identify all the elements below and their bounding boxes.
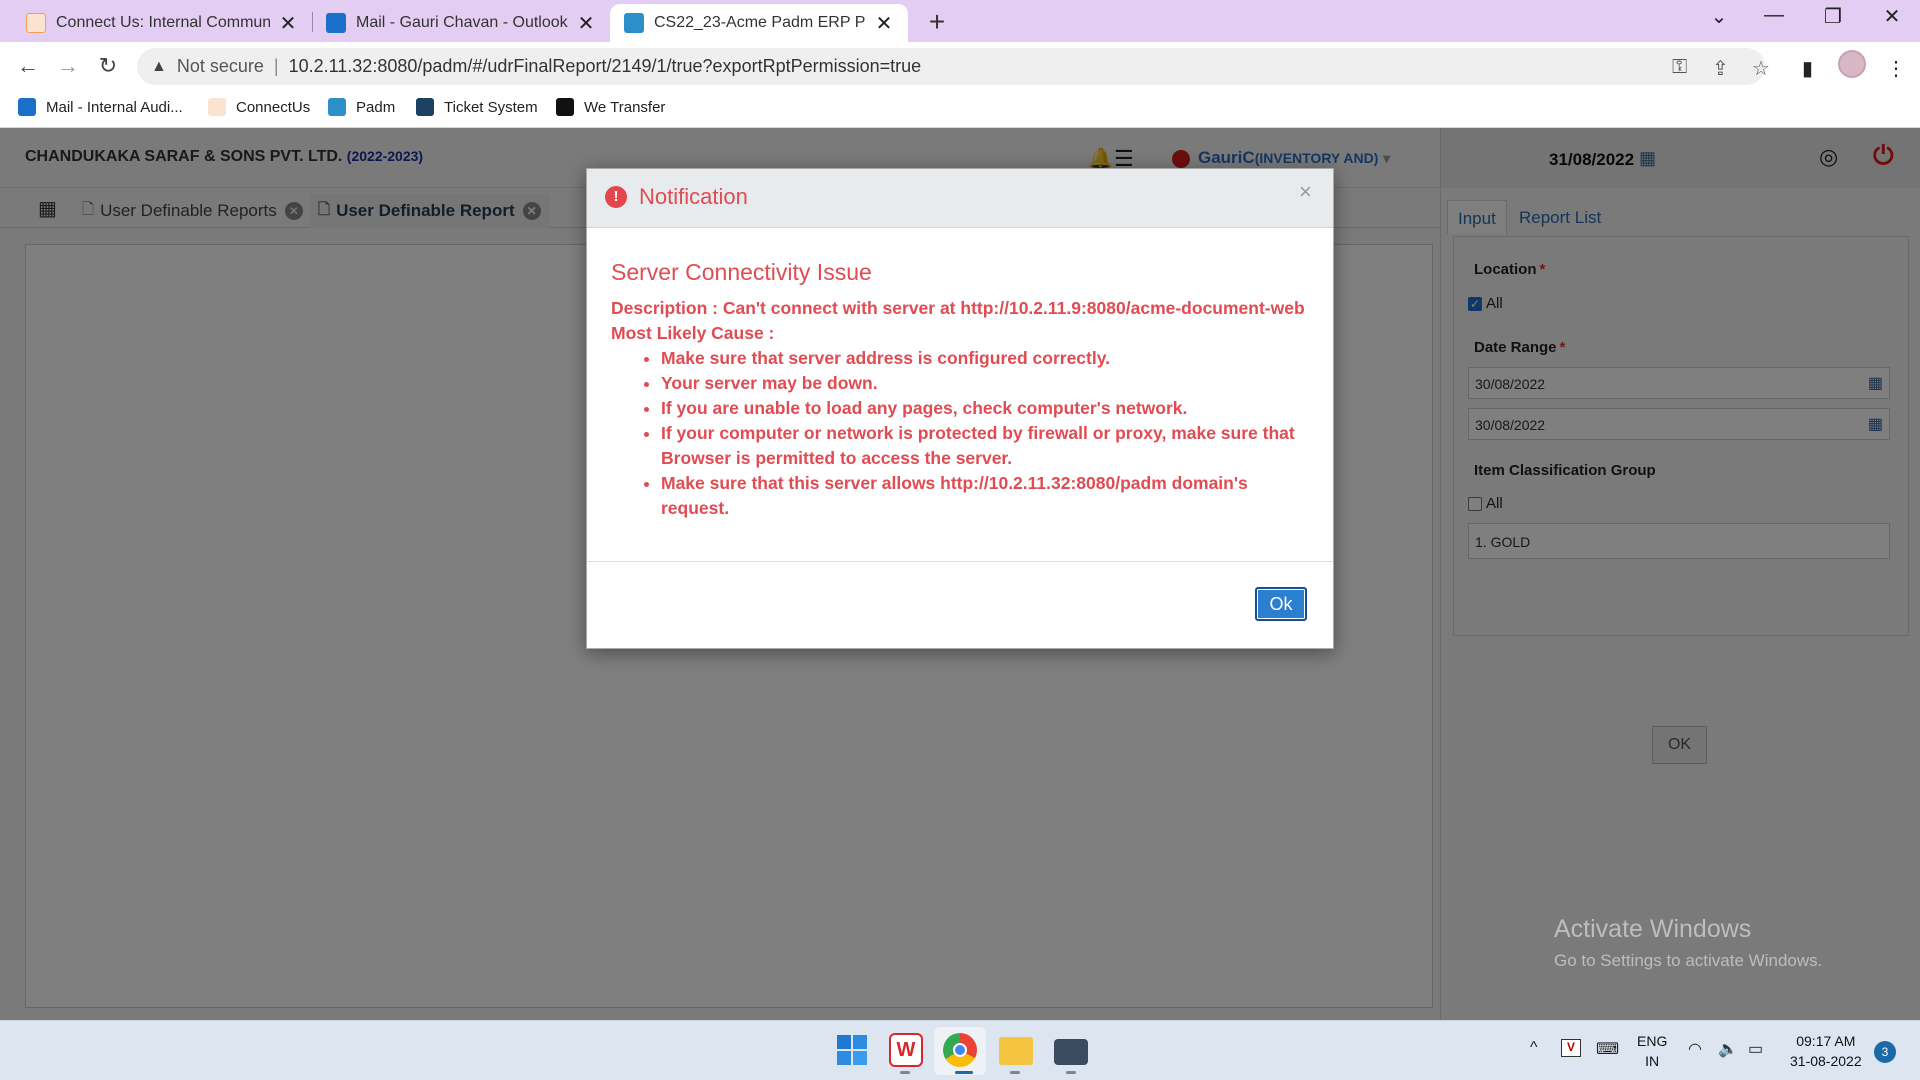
side-panel-icon[interactable]: ▮: [1802, 56, 1813, 81]
not-secure-label[interactable]: Not secure: [177, 56, 264, 77]
list-item: Make sure that this server allows http:/…: [661, 471, 1311, 521]
dialog-title: Notification: [639, 184, 748, 209]
time: 09:17 AM: [1796, 1033, 1856, 1049]
wetransfer-icon: [556, 98, 574, 116]
close-window-button[interactable]: ✕: [1872, 4, 1912, 29]
browser-tab-bar: Connect Us: Internal Communica ✕ Mail - …: [0, 0, 1920, 42]
windows-start-icon[interactable]: [835, 1033, 869, 1067]
chrome-icon[interactable]: [943, 1033, 977, 1067]
bookmark-padm[interactable]: Padm: [328, 98, 395, 116]
windows-taskbar: W ^ V ⌨ ENG IN ◠ 🔈 ▭ 09:17 AM 31-08-2022…: [0, 1020, 1920, 1080]
back-button[interactable]: ←: [10, 48, 46, 84]
volume-icon[interactable]: 🔈: [1718, 1039, 1738, 1059]
tab-title: Connect Us: Internal Communica: [56, 14, 270, 31]
battery-icon[interactable]: ▭: [1748, 1039, 1763, 1059]
connectus-favicon: [26, 13, 46, 33]
padm-icon: [328, 98, 346, 116]
app-indicator: [1010, 1071, 1020, 1074]
list-item: Make sure that server address is configu…: [661, 346, 1311, 371]
issue-heading: Server Connectivity Issue: [611, 259, 872, 285]
forward-button[interactable]: →: [50, 48, 86, 84]
app-indicator: [955, 1071, 973, 1074]
cause-label: Most Likely Cause :: [611, 323, 775, 343]
list-item: If your computer or network is protected…: [661, 421, 1311, 471]
tab-search-icon[interactable]: ⌄: [1699, 4, 1739, 29]
keyboard-icon[interactable]: ⌨: [1596, 1039, 1619, 1059]
scanner-app-icon[interactable]: [1054, 1039, 1088, 1065]
browser-tab-outlook[interactable]: Mail - Gauri Chavan - Outlook ✕: [312, 4, 610, 42]
bookmark-label: ConnectUs: [236, 98, 311, 116]
new-tab-button[interactable]: +: [922, 6, 952, 38]
browser-tab-padm[interactable]: CS22_23-Acme Padm ERP Platfor ✕: [610, 4, 908, 42]
share-icon[interactable]: ⇪: [1712, 56, 1729, 81]
browser-tab-connectus[interactable]: Connect Us: Internal Communica ✕: [12, 4, 312, 42]
dialog-body: Server Connectivity Issue Description : …: [611, 259, 1311, 521]
bookmark-label: Mail - Internal Audi...: [46, 98, 183, 116]
wifi-icon[interactable]: ◠: [1688, 1039, 1702, 1059]
app-indicator: [1066, 1071, 1076, 1074]
app-indicator: [900, 1071, 910, 1074]
region: IN: [1645, 1053, 1660, 1069]
bookmarks-bar: Mail - Internal Audi... ConnectUs Padm T…: [0, 90, 1920, 128]
outlook-favicon: [326, 13, 346, 33]
bookmark-wetransfer[interactable]: We Transfer: [556, 98, 665, 116]
bookmark-connectus[interactable]: ConnectUs: [208, 98, 310, 116]
date: 31-08-2022: [1790, 1053, 1862, 1069]
address-separator: |: [273, 56, 279, 76]
url-text[interactable]: 10.2.11.32:8080/padm/#/udrFinalReport/21…: [289, 56, 922, 77]
address-toolbar: ← → ↻ ▲ Not secure | 10.2.11.32:8080/pad…: [0, 42, 1920, 90]
bookmark-label: We Transfer: [584, 98, 666, 116]
reload-button[interactable]: ↻: [90, 48, 126, 84]
language: ENG: [1637, 1033, 1668, 1049]
chevron-up-icon[interactable]: ^: [1530, 1039, 1538, 1057]
restore-button[interactable]: ❐: [1813, 4, 1853, 29]
bookmark-ticket-system[interactable]: Ticket System: [416, 98, 538, 116]
padm-favicon: [624, 13, 644, 33]
close-tab-icon[interactable]: ✕: [576, 11, 596, 36]
wps-office-icon[interactable]: W: [889, 1033, 923, 1067]
minimize-button[interactable]: —: [1754, 4, 1794, 27]
bookmark-label: Ticket System: [444, 98, 538, 116]
close-tab-icon[interactable]: ✕: [874, 11, 894, 36]
tab-title: CS22_23-Acme Padm ERP Platfor: [654, 14, 866, 31]
browser-menu-icon[interactable]: ⋮: [1886, 56, 1906, 81]
list-item: Your server may be down.: [661, 371, 1311, 396]
dialog-divider: [587, 561, 1333, 562]
issue-description: Description : Can't connect with server …: [611, 298, 1305, 318]
bookmark-mail[interactable]: Mail - Internal Audi...: [18, 98, 183, 116]
dialog-ok-button[interactable]: Ok: [1255, 587, 1307, 621]
close-icon[interactable]: ×: [1299, 179, 1312, 205]
notification-badge[interactable]: 3: [1874, 1041, 1896, 1063]
notification-dialog: ! Notification × Server Connectivity Iss…: [586, 168, 1334, 649]
cause-list: Make sure that server address is configu…: [661, 346, 1311, 521]
bookmark-star-icon[interactable]: ☆: [1752, 56, 1770, 81]
app-tray-icon[interactable]: V: [1561, 1039, 1581, 1057]
language-indicator[interactable]: ENG IN: [1637, 1031, 1667, 1071]
tab-title: Mail - Gauri Chavan - Outlook: [356, 14, 568, 31]
key-icon[interactable]: ⚿: [1672, 56, 1687, 79]
alert-icon: !: [605, 186, 627, 208]
dialog-header: ! Notification ×: [587, 169, 1333, 228]
bookmark-label: Padm: [356, 98, 396, 116]
activate-windows-title: Activate Windows: [1554, 915, 1752, 943]
warning-icon[interactable]: ▲: [151, 58, 167, 76]
connectus-icon: [208, 98, 226, 116]
profile-avatar[interactable]: [1838, 50, 1866, 78]
outlook-icon: [18, 98, 36, 116]
activate-windows-subtitle: Go to Settings to activate Windows.: [1554, 951, 1823, 970]
close-tab-icon[interactable]: ✕: [278, 11, 298, 36]
file-explorer-icon[interactable]: [999, 1037, 1033, 1065]
ticket-icon: [416, 98, 434, 116]
clock[interactable]: 09:17 AM 31-08-2022: [1790, 1031, 1862, 1071]
list-item: If you are unable to load any pages, che…: [661, 396, 1311, 421]
address-bar[interactable]: ▲ Not secure | 10.2.11.32:8080/padm/#/ud…: [137, 48, 1765, 85]
